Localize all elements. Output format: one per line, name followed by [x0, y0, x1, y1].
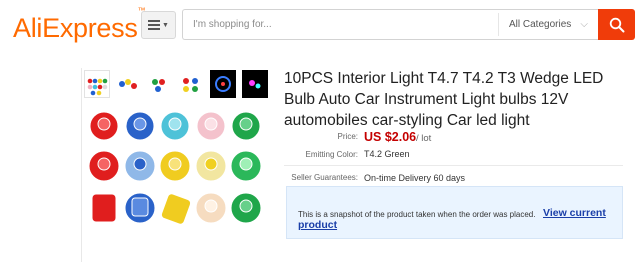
- thumbnail-6[interactable]: [242, 70, 268, 98]
- chevron-down-icon: ⌵: [580, 19, 588, 30]
- search-button[interactable]: [598, 9, 635, 40]
- seller-guarantees-value: On-time Delivery 60 days: [364, 173, 466, 183]
- emitting-color-label: Emitting Color:: [305, 150, 358, 159]
- section-divider: [284, 165, 623, 166]
- search-bar: All Categories ⌵: [182, 9, 598, 40]
- snapshot-notice: This is a snapshot of the product taken …: [286, 186, 623, 239]
- category-select[interactable]: All Categories ⌵: [498, 13, 598, 36]
- thumbnail-3[interactable]: [146, 70, 172, 98]
- header: AliExpress™ ▼ All Categories ⌵: [0, 0, 640, 50]
- aliexpress-logo[interactable]: AliExpress™: [13, 6, 146, 44]
- emitting-color-value: T4.2 Green: [364, 149, 410, 159]
- product-title: 10PCS Interior Light T4.7 T4.2 T3 Wedge …: [284, 70, 604, 129]
- logo-text: AliExpress: [13, 13, 138, 43]
- thumbnail-5[interactable]: [210, 70, 236, 98]
- thumbnail-1[interactable]: [84, 70, 110, 98]
- thumbnail-4[interactable]: [178, 70, 204, 98]
- content-divider: [81, 68, 82, 262]
- price-unit: / lot: [416, 133, 432, 144]
- view-current-product-link[interactable]: View current product: [298, 207, 618, 231]
- category-select-label: All Categories: [509, 19, 572, 30]
- price-label: Price:: [337, 132, 358, 141]
- thumbnail-strip: [84, 70, 269, 102]
- product-main-image: [84, 108, 268, 248]
- search-icon: [609, 17, 624, 32]
- category-menu-button[interactable]: ▼: [141, 11, 176, 39]
- menu-icon: [148, 20, 161, 30]
- chevron-down-icon: ▼: [162, 21, 169, 29]
- thumbnail-2[interactable]: [114, 70, 140, 98]
- product-price: US $2.06: [364, 130, 417, 144]
- search-input[interactable]: [183, 10, 499, 39]
- seller-guarantees-label: Seller Guarantees:: [291, 173, 358, 182]
